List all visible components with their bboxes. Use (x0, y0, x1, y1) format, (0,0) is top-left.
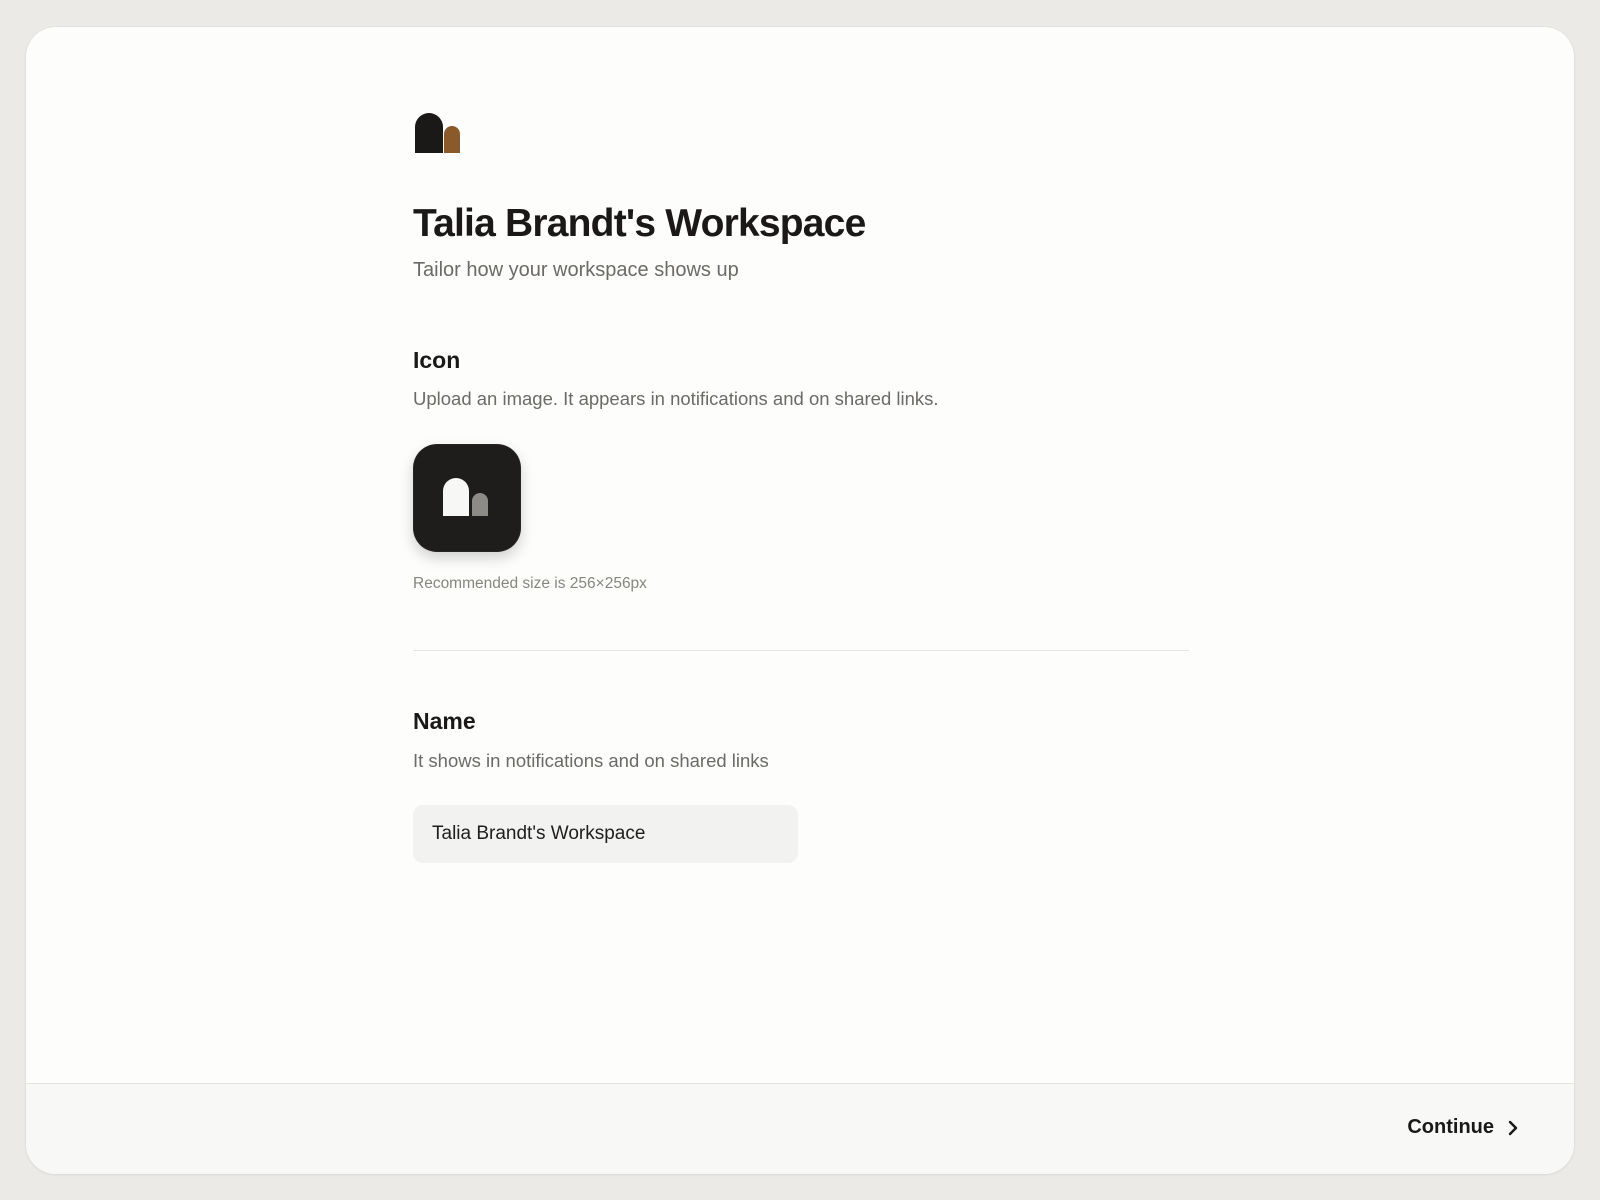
name-section-heading: Name (413, 708, 476, 734)
page-subtitle: Tailor how your workspace shows up (413, 259, 739, 281)
workspace-app-icon (443, 478, 488, 516)
chevron-right-icon (1508, 1120, 1518, 1135)
section-divider (413, 650, 1189, 651)
continue-label: Continue (1407, 1116, 1494, 1138)
onboarding-card: Talia Brandt's Workspace Tailor how your… (26, 27, 1574, 1174)
workspace-name-input[interactable] (413, 805, 798, 863)
footer-bar: Continue (26, 1083, 1574, 1174)
icon-upload-button[interactable] (413, 444, 521, 552)
name-section-description: It shows in notifications and on shared … (413, 750, 769, 771)
workspace-logo-icon (415, 113, 460, 153)
continue-button[interactable]: Continue (1407, 1112, 1518, 1143)
icon-section-description: Upload an image. It appears in notificat… (413, 388, 939, 409)
icon-section-heading: Icon (413, 347, 461, 373)
icon-size-hint: Recommended size is 256×256px (413, 575, 647, 592)
page-title: Talia Brandt's Workspace (413, 202, 866, 245)
